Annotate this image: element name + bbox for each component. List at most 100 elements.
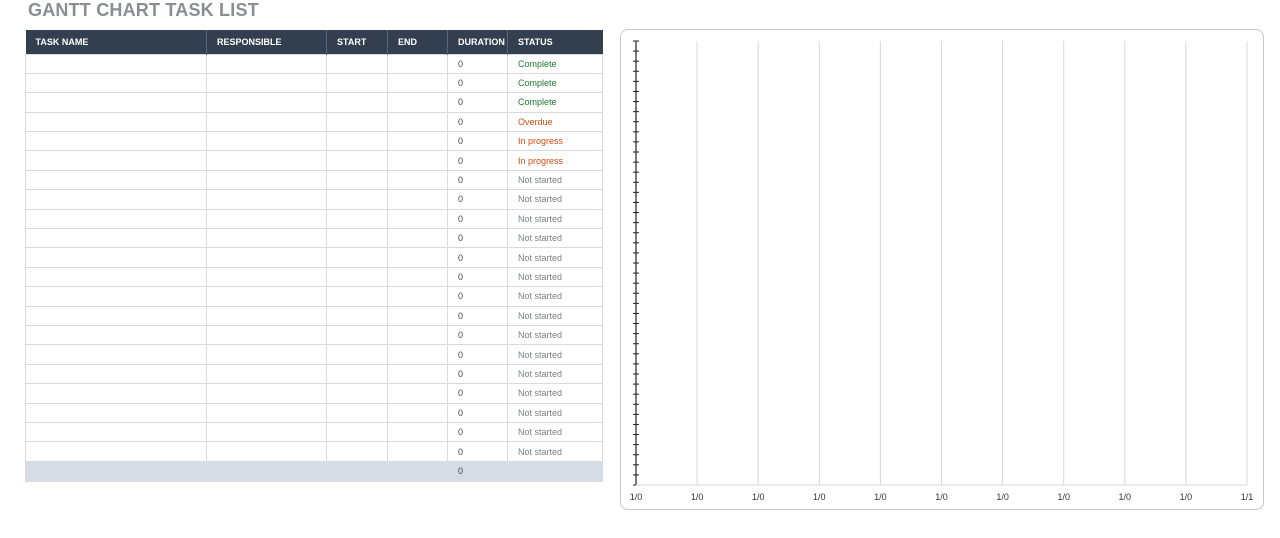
responsible-cell[interactable] <box>206 247 327 268</box>
start-cell[interactable] <box>326 266 388 288</box>
end-cell[interactable] <box>387 363 448 385</box>
end-cell[interactable] <box>387 150 448 171</box>
status-cell[interactable]: In progress <box>507 150 603 171</box>
task-name-cell[interactable] <box>25 286 207 307</box>
status-cell[interactable]: Not started <box>507 169 603 191</box>
responsible-cell[interactable] <box>206 266 327 288</box>
start-cell[interactable] <box>326 72 388 94</box>
duration-cell[interactable]: 0 <box>447 208 508 230</box>
status-cell[interactable]: Not started <box>507 247 603 268</box>
status-cell[interactable]: Not started <box>507 441 603 462</box>
task-name-cell[interactable] <box>25 363 207 385</box>
start-cell[interactable] <box>326 324 388 346</box>
col-header-task-name[interactable]: TASK NAME <box>25 30 207 54</box>
duration-cell[interactable]: 0 <box>447 344 508 365</box>
responsible-cell[interactable] <box>206 402 327 423</box>
responsible-cell[interactable] <box>206 286 327 307</box>
task-name-cell[interactable] <box>25 53 207 74</box>
duration-cell[interactable]: 0 <box>447 324 508 346</box>
responsible-cell[interactable] <box>206 305 327 326</box>
col-header-start[interactable]: START <box>326 30 388 54</box>
start-cell[interactable] <box>326 247 388 268</box>
end-cell[interactable] <box>387 441 448 462</box>
status-cell[interactable]: Not started <box>507 189 603 210</box>
start-cell[interactable] <box>326 131 388 152</box>
end-cell[interactable] <box>387 208 448 230</box>
end-cell[interactable] <box>387 247 448 268</box>
task-name-cell[interactable] <box>25 208 207 230</box>
duration-cell[interactable]: 0 <box>447 441 508 462</box>
responsible-cell[interactable] <box>206 421 327 443</box>
duration-cell[interactable]: 0 <box>447 228 508 249</box>
responsible-cell[interactable] <box>206 111 327 133</box>
end-cell[interactable] <box>387 228 448 249</box>
task-name-cell[interactable] <box>25 92 207 113</box>
status-cell[interactable]: Not started <box>507 324 603 346</box>
task-name-cell[interactable] <box>25 266 207 288</box>
end-cell[interactable] <box>387 131 448 152</box>
status-cell[interactable]: Complete <box>507 53 603 74</box>
start-cell[interactable] <box>326 305 388 326</box>
start-cell[interactable] <box>326 150 388 171</box>
task-name-cell[interactable] <box>25 324 207 346</box>
status-cell[interactable]: In progress <box>507 131 603 152</box>
status-cell[interactable]: Not started <box>507 421 603 443</box>
start-cell[interactable] <box>326 441 388 462</box>
end-cell[interactable] <box>387 383 448 404</box>
task-name-cell[interactable] <box>25 421 207 443</box>
end-cell[interactable] <box>387 324 448 346</box>
status-cell[interactable]: Overdue <box>507 111 603 133</box>
duration-cell[interactable]: 0 <box>447 266 508 288</box>
status-cell[interactable]: Not started <box>507 286 603 307</box>
responsible-cell[interactable] <box>206 324 327 346</box>
end-cell[interactable] <box>387 402 448 423</box>
responsible-cell[interactable] <box>206 441 327 462</box>
responsible-cell[interactable] <box>206 72 327 94</box>
start-cell[interactable] <box>326 53 388 74</box>
col-header-duration[interactable]: DURATION <box>447 30 508 54</box>
start-cell[interactable] <box>326 228 388 249</box>
duration-cell[interactable]: 0 <box>447 150 508 171</box>
task-name-cell[interactable] <box>25 305 207 326</box>
end-cell[interactable] <box>387 266 448 288</box>
end-cell[interactable] <box>387 53 448 74</box>
responsible-cell[interactable] <box>206 383 327 404</box>
responsible-cell[interactable] <box>206 169 327 191</box>
col-header-end[interactable]: END <box>387 30 448 54</box>
duration-cell[interactable]: 0 <box>447 286 508 307</box>
responsible-cell[interactable] <box>206 208 327 230</box>
start-cell[interactable] <box>326 383 388 404</box>
start-cell[interactable] <box>326 286 388 307</box>
end-cell[interactable] <box>387 344 448 365</box>
duration-cell[interactable]: 0 <box>447 383 508 404</box>
duration-cell[interactable]: 0 <box>447 247 508 268</box>
col-header-responsible[interactable]: RESPONSIBLE <box>206 30 327 54</box>
duration-cell[interactable]: 0 <box>447 402 508 423</box>
task-name-cell[interactable] <box>25 150 207 171</box>
duration-cell[interactable]: 0 <box>447 111 508 133</box>
end-cell[interactable] <box>387 305 448 326</box>
task-name-cell[interactable] <box>25 383 207 404</box>
status-cell[interactable]: Complete <box>507 72 603 94</box>
task-name-cell[interactable] <box>25 228 207 249</box>
duration-cell[interactable]: 0 <box>447 131 508 152</box>
duration-cell[interactable]: 0 <box>447 189 508 210</box>
status-cell[interactable]: Not started <box>507 402 603 423</box>
start-cell[interactable] <box>326 189 388 210</box>
start-cell[interactable] <box>326 169 388 191</box>
task-name-cell[interactable] <box>25 441 207 462</box>
duration-cell[interactable]: 0 <box>447 92 508 113</box>
end-cell[interactable] <box>387 189 448 210</box>
task-name-cell[interactable] <box>25 344 207 365</box>
duration-cell[interactable]: 0 <box>447 53 508 74</box>
start-cell[interactable] <box>326 363 388 385</box>
responsible-cell[interactable] <box>206 228 327 249</box>
responsible-cell[interactable] <box>206 189 327 210</box>
duration-cell[interactable]: 0 <box>447 72 508 94</box>
start-cell[interactable] <box>326 344 388 365</box>
duration-cell[interactable]: 0 <box>447 169 508 191</box>
end-cell[interactable] <box>387 421 448 443</box>
start-cell[interactable] <box>326 92 388 113</box>
start-cell[interactable] <box>326 111 388 133</box>
status-cell[interactable]: Not started <box>507 344 603 365</box>
